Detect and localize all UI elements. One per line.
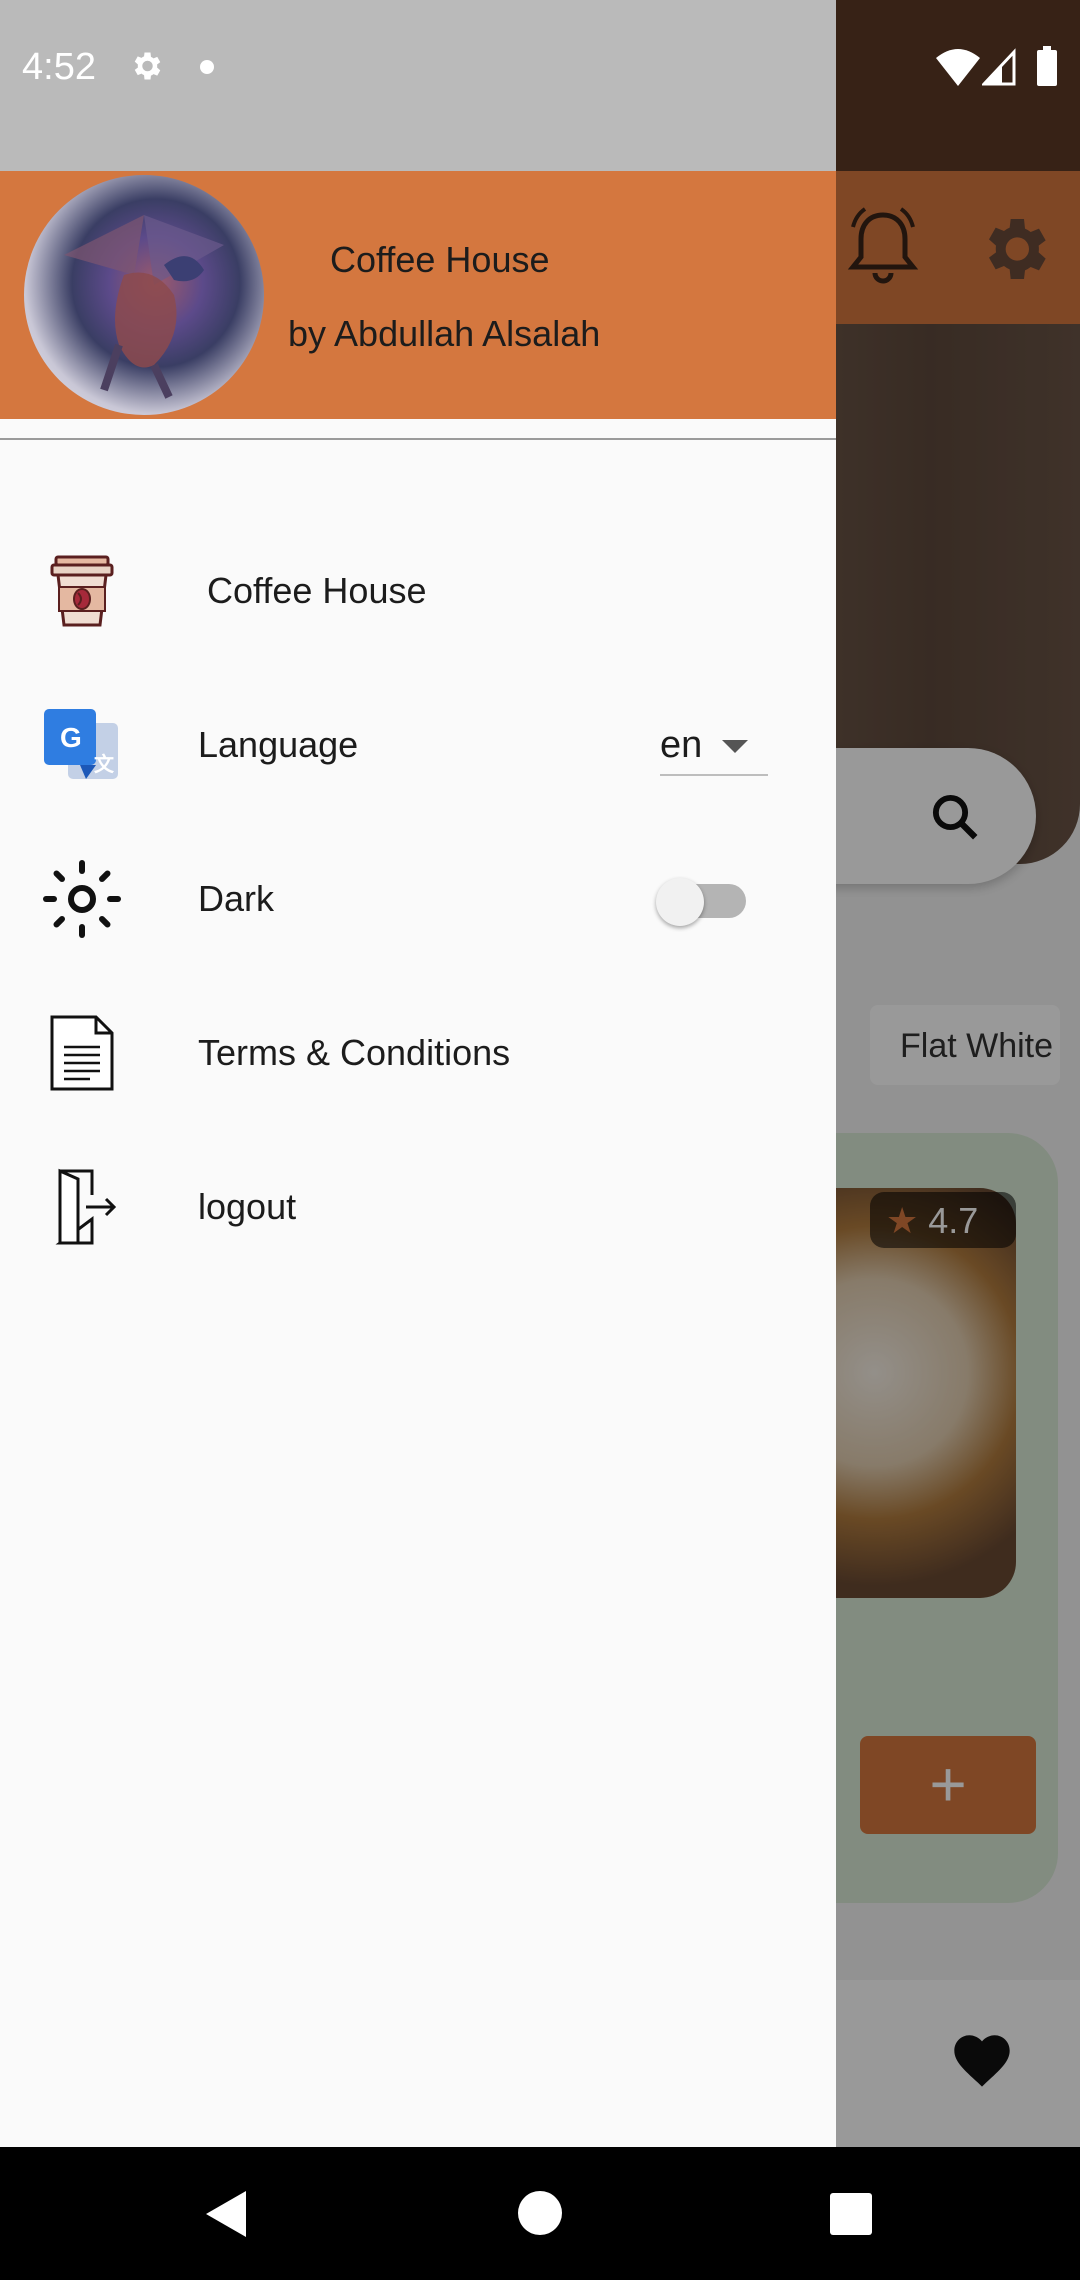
settings-icon: [134, 52, 161, 80]
caret-down-icon: [722, 740, 748, 753]
coffee-cup-icon: [50, 555, 114, 627]
status-time: 4:52: [22, 46, 96, 88]
notification-dot: [200, 60, 214, 74]
menu-label-logout: logout: [198, 1186, 297, 1227]
menu-item-language[interactable]: G 文 Language en: [0, 668, 836, 822]
menu-item-logout[interactable]: logout: [0, 1130, 836, 1284]
logout-door-icon: [55, 1168, 117, 1245]
dark-mode-switch[interactable]: [656, 878, 756, 926]
switch-thumb: [656, 878, 704, 926]
recents-icon[interactable]: [830, 2193, 872, 2235]
battery-icon: [1037, 46, 1057, 86]
document-icon: [50, 1015, 114, 1091]
header-title: Coffee House: [330, 239, 550, 280]
header-subtitle: by Abdullah Alsalah: [288, 313, 601, 354]
menu-label-language: Language: [198, 724, 359, 765]
menu-label-coffee-house: Coffee House: [207, 570, 427, 611]
google-translate-icon: G 文: [44, 709, 118, 779]
language-value: en: [660, 724, 703, 766]
status-bar: 4:52: [0, 0, 1080, 132]
avatar: [24, 175, 264, 415]
menu-item-terms[interactable]: Terms & Conditions: [0, 976, 836, 1130]
dragon-avatar-image: [64, 215, 224, 399]
signal-icon: [982, 48, 1016, 86]
wifi-icon: [936, 49, 980, 86]
system-nav-bar: [0, 2147, 1080, 2280]
menu-item-coffee-house[interactable]: Coffee House: [0, 514, 836, 668]
back-icon[interactable]: [202, 2189, 248, 2239]
menu-item-dark[interactable]: Dark: [0, 822, 836, 976]
home-icon[interactable]: [518, 2191, 562, 2235]
svg-text:G: G: [60, 722, 82, 753]
drawer-header: Coffee House by Abdullah Alsalah: [0, 171, 836, 419]
brightness-icon: [43, 860, 121, 938]
language-select[interactable]: en: [660, 716, 768, 776]
menu-label-terms: Terms & Conditions: [198, 1032, 511, 1073]
header-divider: [0, 438, 836, 440]
svg-text:文: 文: [94, 752, 115, 776]
menu-label-dark: Dark: [198, 878, 275, 919]
navigation-drawer: Coffee House by Abdullah Alsalah Coffee …: [0, 0, 836, 2147]
